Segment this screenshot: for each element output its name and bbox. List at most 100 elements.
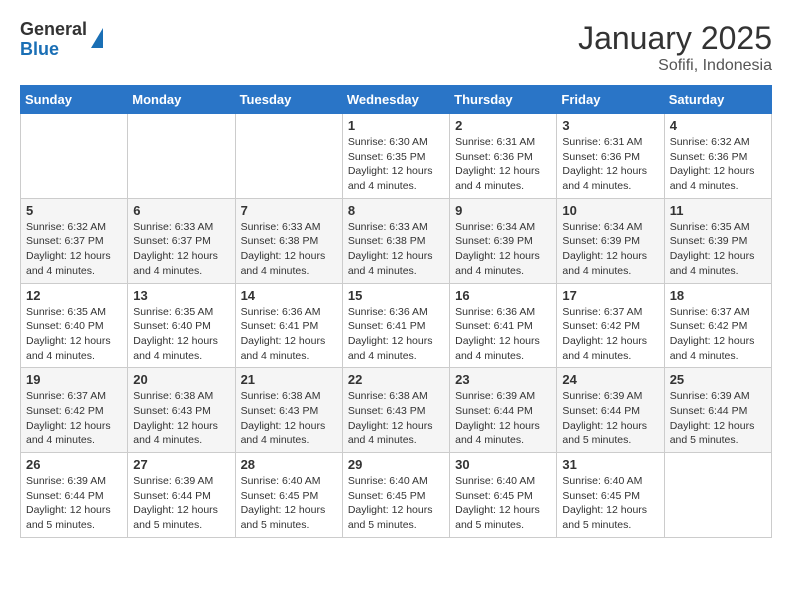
- logo-general: General: [20, 20, 87, 40]
- day-header-sunday: Sunday: [21, 86, 128, 114]
- calendar-cell: 1Sunrise: 6:30 AM Sunset: 6:35 PM Daylig…: [342, 114, 449, 199]
- cell-content: Sunrise: 6:40 AM Sunset: 6:45 PM Dayligh…: [348, 474, 444, 533]
- day-number: 19: [26, 372, 122, 387]
- cell-content: Sunrise: 6:39 AM Sunset: 6:44 PM Dayligh…: [562, 389, 658, 448]
- calendar-cell: 31 Sunrise: 6:40 AM Sunset: 6:45 PM Dayli…: [557, 453, 664, 538]
- day-number: 27: [133, 457, 229, 472]
- calendar-cell: [21, 114, 128, 199]
- logo-icon: [91, 28, 103, 48]
- calendar-cell: 14Sunrise: 6:36 AM Sunset: 6:41 PM Dayli…: [235, 283, 342, 368]
- day-number: 17: [562, 288, 658, 303]
- calendar-cell: 28Sunrise: 6:40 AM Sunset: 6:45 PM Dayli…: [235, 453, 342, 538]
- cell-content: Sunrise: 6:38 AM Sunset: 6:43 PM Dayligh…: [241, 389, 337, 448]
- week-row-4: 19Sunrise: 6:37 AM Sunset: 6:42 PM Dayli…: [21, 368, 772, 453]
- cell-content: Sunrise: 6:39 AM Sunset: 6:44 PM Dayligh…: [670, 389, 766, 448]
- day-number: 9: [455, 203, 551, 218]
- cell-content: Sunrise: 6:34 AM Sunset: 6:39 PM Dayligh…: [562, 220, 658, 279]
- calendar-cell: 9 Sunrise: 6:34 AM Sunset: 6:39 PM Daylig…: [450, 198, 557, 283]
- calendar-body: 1Sunrise: 6:30 AM Sunset: 6:35 PM Daylig…: [21, 114, 772, 538]
- cell-content: Sunrise: 6:31 AM Sunset: 6:36 PM Dayligh…: [455, 135, 551, 194]
- calendar-table: SundayMondayTuesdayWednesdayThursdayFrid…: [20, 85, 772, 538]
- day-number: 14: [241, 288, 337, 303]
- calendar-header: SundayMondayTuesdayWednesdayThursdayFrid…: [21, 86, 772, 114]
- cell-content: Sunrise: 6:39 AM Sunset: 6:44 PM Dayligh…: [133, 474, 229, 533]
- day-number: 7: [241, 203, 337, 218]
- cell-content: Sunrise: 6:35 AM Sunset: 6:39 PM Dayligh…: [670, 220, 766, 279]
- days-header-row: SundayMondayTuesdayWednesdayThursdayFrid…: [21, 86, 772, 114]
- calendar-cell: 17 Sunrise: 6:37 AM Sunset: 6:42 PM Dayli…: [557, 283, 664, 368]
- cell-content: Sunrise: 6:32 AM Sunset: 6:37 PM Dayligh…: [26, 220, 122, 279]
- day-number: 25: [670, 372, 766, 387]
- day-header-tuesday: Tuesday: [235, 86, 342, 114]
- cell-content: Sunrise: 6:35 AM Sunset: 6:40 PM Dayligh…: [133, 305, 229, 364]
- calendar-cell: 4 Sunrise: 6:32 AM Sunset: 6:36 PM Daylig…: [664, 114, 771, 199]
- day-number: 4: [670, 118, 766, 133]
- cell-content: Sunrise: 6:39 AM Sunset: 6:44 PM Dayligh…: [455, 389, 551, 448]
- day-number: 2: [455, 118, 551, 133]
- calendar-cell: 5 Sunrise: 6:32 AM Sunset: 6:37 PM Daylig…: [21, 198, 128, 283]
- cell-content: Sunrise: 6:32 AM Sunset: 6:36 PM Dayligh…: [670, 135, 766, 194]
- logo: General Blue: [20, 20, 103, 60]
- cell-content: Sunrise: 6:35 AM Sunset: 6:40 PM Dayligh…: [26, 305, 122, 364]
- cell-content: Sunrise: 6:33 AM Sunset: 6:38 PM Dayligh…: [348, 220, 444, 279]
- cell-content: Sunrise: 6:33 AM Sunset: 6:37 PM Dayligh…: [133, 220, 229, 279]
- cell-content: Sunrise: 6:36 AM Sunset: 6:41 PM Dayligh…: [348, 305, 444, 364]
- calendar-cell: 13 Sunrise: 6:35 AM Sunset: 6:40 PM Dayli…: [128, 283, 235, 368]
- calendar-cell: 25 Sunrise: 6:39 AM Sunset: 6:44 PM Dayli…: [664, 368, 771, 453]
- calendar-cell: 11 Sunrise: 6:35 AM Sunset: 6:39 PM Dayli…: [664, 198, 771, 283]
- day-number: 26: [26, 457, 122, 472]
- day-header-thursday: Thursday: [450, 86, 557, 114]
- day-number: 31: [562, 457, 658, 472]
- logo-text: General Blue: [20, 20, 87, 60]
- cell-content: Sunrise: 6:38 AM Sunset: 6:43 PM Dayligh…: [348, 389, 444, 448]
- day-number: 10: [562, 203, 658, 218]
- page-header: General Blue January 2025 Sofifi, Indone…: [20, 20, 772, 75]
- day-number: 12: [26, 288, 122, 303]
- cell-content: Sunrise: 6:40 AM Sunset: 6:45 PM Dayligh…: [562, 474, 658, 533]
- day-header-friday: Friday: [557, 86, 664, 114]
- day-number: 6: [133, 203, 229, 218]
- calendar-cell: 22 Sunrise: 6:38 AM Sunset: 6:43 PM Dayli…: [342, 368, 449, 453]
- week-row-3: 12 Sunrise: 6:35 AM Sunset: 6:40 PM Dayli…: [21, 283, 772, 368]
- cell-content: Sunrise: 6:37 AM Sunset: 6:42 PM Dayligh…: [562, 305, 658, 364]
- day-number: 21: [241, 372, 337, 387]
- cell-content: Sunrise: 6:40 AM Sunset: 6:45 PM Dayligh…: [455, 474, 551, 533]
- day-number: 11: [670, 203, 766, 218]
- calendar-cell: 27 Sunrise: 6:39 AM Sunset: 6:44 PM Dayli…: [128, 453, 235, 538]
- day-number: 22: [348, 372, 444, 387]
- cell-content: Sunrise: 6:31 AM Sunset: 6:36 PM Dayligh…: [562, 135, 658, 194]
- day-number: 29: [348, 457, 444, 472]
- day-number: 20: [133, 372, 229, 387]
- calendar-cell: 21 Sunrise: 6:38 AM Sunset: 6:43 PM Dayli…: [235, 368, 342, 453]
- cell-content: Sunrise: 6:36 AM Sunset: 6:41 PM Dayligh…: [455, 305, 551, 364]
- day-number: 13: [133, 288, 229, 303]
- calendar-cell: 8Sunrise: 6:33 AM Sunset: 6:38 PM Daylig…: [342, 198, 449, 283]
- calendar-cell: 24 Sunrise: 6:39 AM Sunset: 6:44 PM Dayli…: [557, 368, 664, 453]
- calendar-cell: [235, 114, 342, 199]
- calendar-cell: 23 Sunrise: 6:39 AM Sunset: 6:44 PM Dayli…: [450, 368, 557, 453]
- calendar-cell: 18 Sunrise: 6:37 AM Sunset: 6:42 PM Dayli…: [664, 283, 771, 368]
- calendar-cell: [128, 114, 235, 199]
- day-number: 18: [670, 288, 766, 303]
- calendar-cell: 15Sunrise: 6:36 AM Sunset: 6:41 PM Dayli…: [342, 283, 449, 368]
- cell-content: Sunrise: 6:37 AM Sunset: 6:42 PM Dayligh…: [670, 305, 766, 364]
- cell-content: Sunrise: 6:39 AM Sunset: 6:44 PM Dayligh…: [26, 474, 122, 533]
- calendar-cell: 30 Sunrise: 6:40 AM Sunset: 6:45 PM Dayli…: [450, 453, 557, 538]
- day-header-monday: Monday: [128, 86, 235, 114]
- day-number: 5: [26, 203, 122, 218]
- page-title: January 2025: [578, 20, 772, 57]
- calendar-cell: 7Sunrise: 6:33 AM Sunset: 6:38 PM Daylig…: [235, 198, 342, 283]
- day-number: 23: [455, 372, 551, 387]
- calendar-cell: 3Sunrise: 6:31 AM Sunset: 6:36 PM Daylig…: [557, 114, 664, 199]
- calendar-cell: 26 Sunrise: 6:39 AM Sunset: 6:44 PM Dayli…: [21, 453, 128, 538]
- cell-content: Sunrise: 6:34 AM Sunset: 6:39 PM Dayligh…: [455, 220, 551, 279]
- day-number: 24: [562, 372, 658, 387]
- day-number: 30: [455, 457, 551, 472]
- day-number: 28: [241, 457, 337, 472]
- calendar-cell: 16Sunrise: 6:36 AM Sunset: 6:41 PM Dayli…: [450, 283, 557, 368]
- week-row-1: 1Sunrise: 6:30 AM Sunset: 6:35 PM Daylig…: [21, 114, 772, 199]
- day-number: 1: [348, 118, 444, 133]
- title-block: January 2025 Sofifi, Indonesia: [578, 20, 772, 75]
- week-row-2: 5 Sunrise: 6:32 AM Sunset: 6:37 PM Daylig…: [21, 198, 772, 283]
- calendar-cell: 10 Sunrise: 6:34 AM Sunset: 6:39 PM Dayli…: [557, 198, 664, 283]
